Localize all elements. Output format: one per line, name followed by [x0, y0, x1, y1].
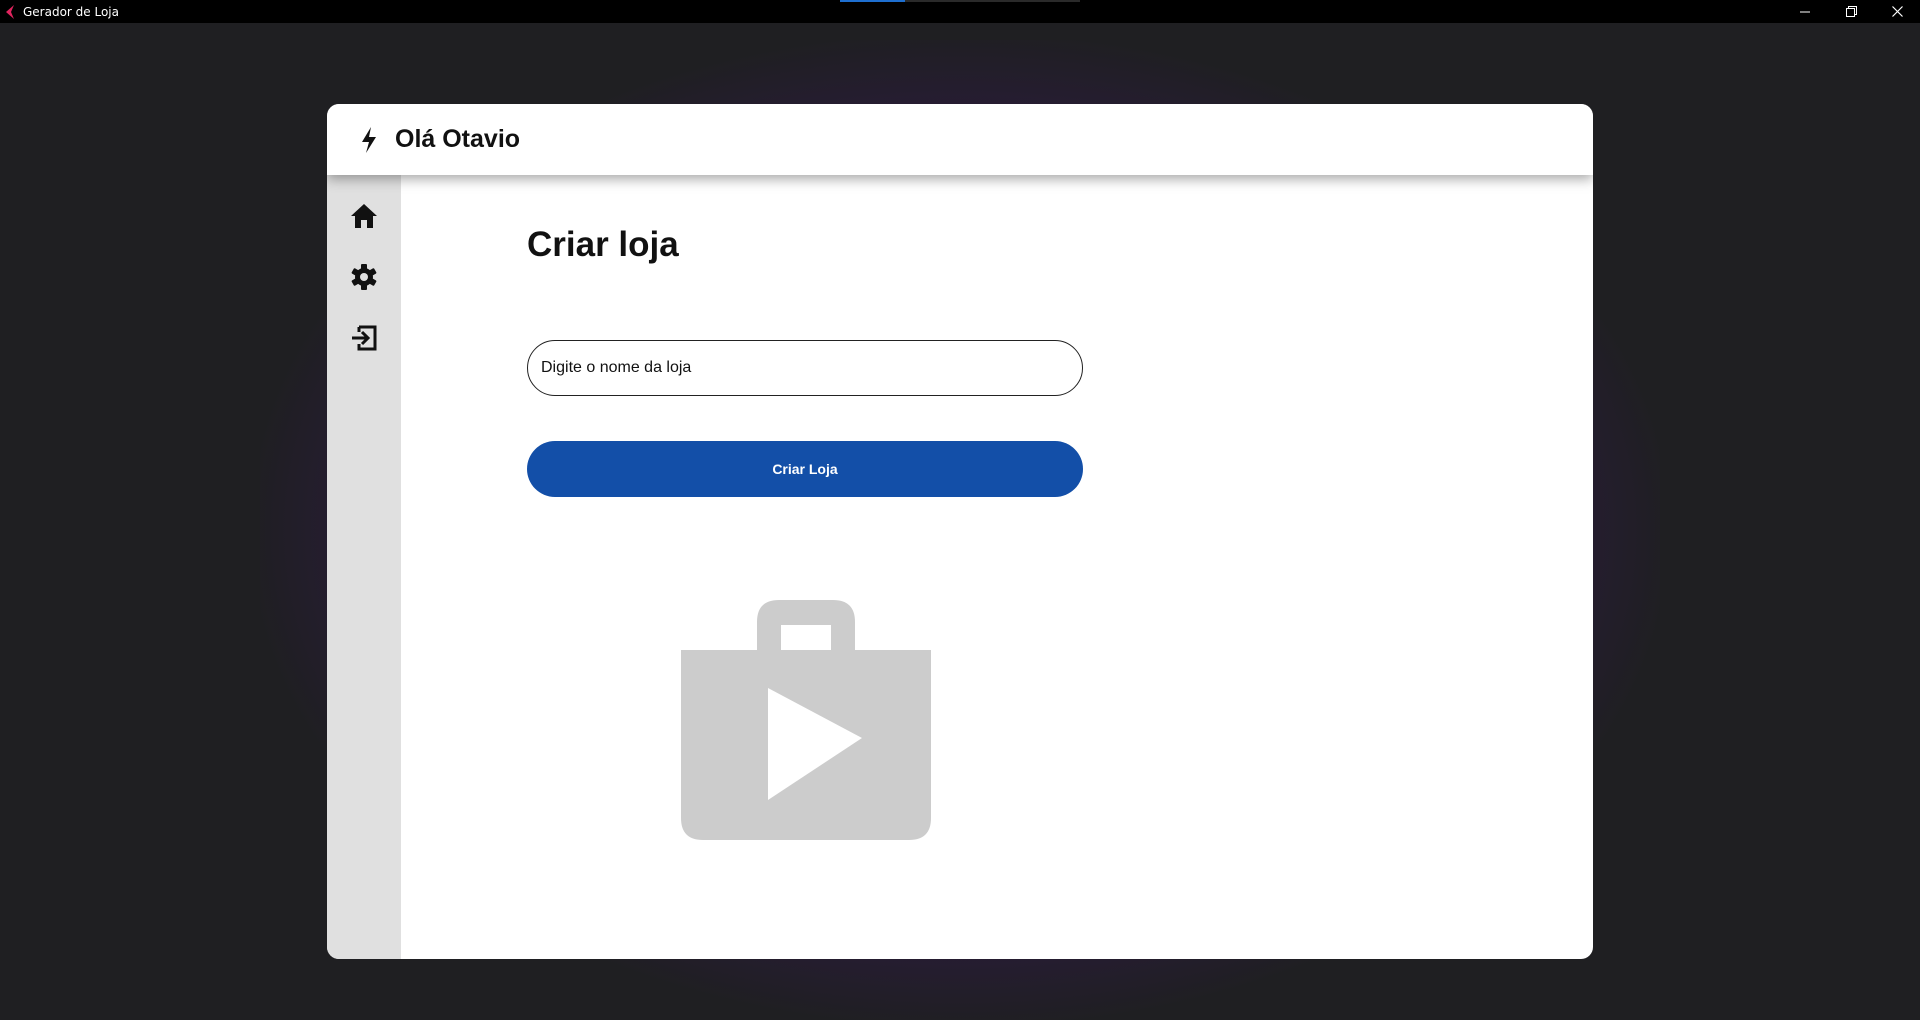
shop-bag-play-icon — [681, 600, 931, 840]
restore-button[interactable] — [1828, 0, 1874, 23]
main-content: Criar loja Criar Loja — [401, 175, 1593, 959]
gear-icon — [351, 263, 377, 290]
window-title: Gerador de Loja — [23, 4, 119, 19]
app-header: Olá Otavio — [327, 104, 1593, 175]
sidebar-nav — [327, 175, 401, 959]
loading-progress-bar — [840, 0, 1080, 2]
greeting-text: Olá Otavio — [395, 125, 521, 153]
restore-icon — [1845, 6, 1857, 17]
app-logo-icon — [4, 4, 18, 19]
logout-icon — [352, 325, 377, 350]
close-icon — [1891, 6, 1903, 17]
sidebar-item-logout[interactable] — [327, 307, 401, 368]
store-name-input[interactable] — [527, 340, 1083, 396]
window-titlebar: Gerador de Loja — [0, 0, 1920, 23]
sidebar-item-settings[interactable] — [327, 246, 401, 307]
loading-progress-fill — [840, 0, 905, 2]
home-icon — [351, 203, 377, 228]
create-store-button[interactable]: Criar Loja — [527, 441, 1083, 497]
minimize-button[interactable] — [1782, 0, 1828, 23]
page-title: Criar loja — [527, 225, 679, 264]
bolt-icon — [359, 126, 379, 154]
app-card: Olá Otavio Criar loja Digite o nome da l… — [327, 104, 1593, 959]
close-button[interactable] — [1874, 0, 1920, 23]
minimize-icon — [1800, 11, 1810, 12]
sidebar-item-home[interactable] — [327, 185, 401, 246]
